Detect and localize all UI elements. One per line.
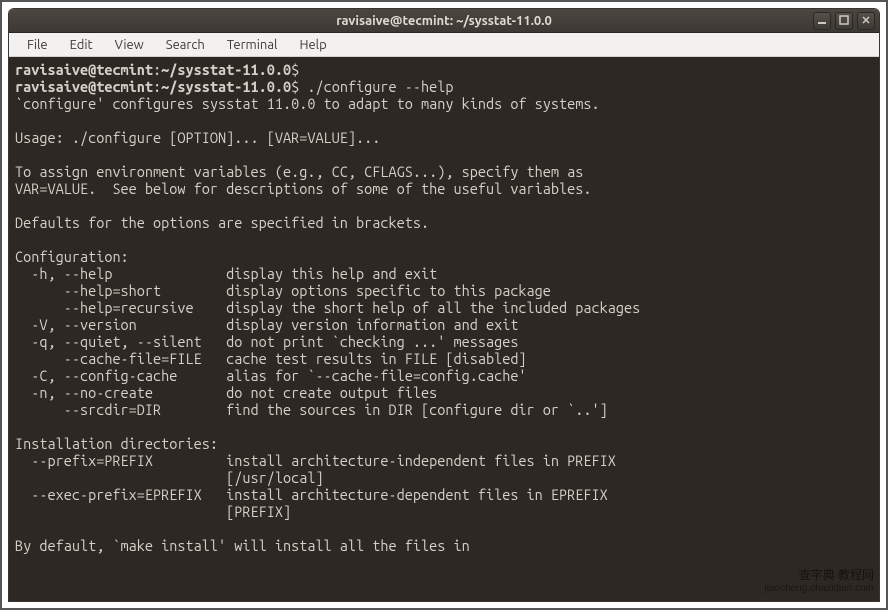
menu-file[interactable]: File (17, 36, 58, 54)
prompt-path: ~/sysstat-11.0.0 (161, 78, 291, 95)
watermark-url: jiaocheng.chazidian.com (764, 582, 874, 596)
terminal-output-line: --prefix=PREFIX install architecture-ind… (15, 452, 616, 469)
terminal-output-line: Installation directories: (15, 435, 218, 452)
close-button[interactable] (857, 12, 875, 30)
terminal-output-line: -h, --help display this help and exit (15, 265, 437, 282)
prompt-user: ravisaive@tecmint (15, 78, 153, 95)
terminal-output-line: Usage: ./configure [OPTION]... [VAR=VALU… (15, 129, 380, 146)
terminal-output-line: -V, --version display version informatio… (15, 316, 518, 333)
minimize-icon (817, 15, 827, 27)
watermark-text: 查字典 教程网 (764, 568, 874, 582)
terminal-output-line: -C, --config-cache alias for `--cache-fi… (15, 367, 527, 384)
menu-help[interactable]: Help (289, 36, 336, 54)
terminal-output-line: [/usr/local] (15, 469, 324, 486)
terminal-viewport[interactable]: ravisaive@tecmint:~/sysstat-11.0.0$ ravi… (9, 57, 879, 601)
menu-search[interactable]: Search (156, 36, 215, 54)
minimize-button[interactable] (813, 12, 831, 30)
window-title: ravisaive@tecmint: ~/sysstat-11.0.0 (336, 14, 552, 28)
prompt-command: ./configure --help (307, 78, 453, 95)
terminal-output-line: [PREFIX] (15, 503, 291, 520)
terminal-output-line: --exec-prefix=EPREFIX install architectu… (15, 486, 608, 503)
terminal-output-line: `configure' configures sysstat 11.0.0 to… (15, 95, 600, 112)
titlebar: ravisaive@tecmint: ~/sysstat-11.0.0 (9, 9, 879, 33)
window-controls (813, 12, 875, 30)
terminal-output-line: --cache-file=FILE cache test results in … (15, 350, 527, 367)
terminal-output-line: --help=recursive display the short help … (15, 299, 640, 316)
menu-terminal[interactable]: Terminal (217, 36, 288, 54)
maximize-icon (839, 15, 849, 27)
close-icon (861, 15, 871, 27)
terminal-output-line: Defaults for the options are specified i… (15, 214, 429, 231)
menu-edit[interactable]: Edit (60, 36, 103, 54)
terminal-output-line: -q, --quiet, --silent do not print `chec… (15, 333, 518, 350)
terminal-output-line: --srcdir=DIR find the sources in DIR [co… (15, 401, 608, 418)
menu-view[interactable]: View (105, 36, 154, 54)
maximize-button[interactable] (835, 12, 853, 30)
terminal-output-line: -n, --no-create do not create output fil… (15, 384, 437, 401)
terminal-output-line: Configuration: (15, 248, 129, 265)
watermark: 查字典 教程网 jiaocheng.chazidian.com (764, 568, 874, 596)
terminal-output-line: By default, `make install' will install … (15, 537, 470, 554)
prompt-user: ravisaive@tecmint (15, 61, 153, 78)
prompt-path: ~/sysstat-11.0.0 (161, 61, 291, 78)
terminal-output-line: VAR=VALUE. See below for descriptions of… (15, 180, 592, 197)
terminal-window: ravisaive@tecmint: ~/sysstat-11.0.0 (8, 8, 880, 602)
terminal-output-line: To assign environment variables (e.g., C… (15, 163, 583, 180)
menubar: File Edit View Search Terminal Help (9, 33, 879, 57)
terminal-output-line: --help=short display options specific to… (15, 282, 551, 299)
